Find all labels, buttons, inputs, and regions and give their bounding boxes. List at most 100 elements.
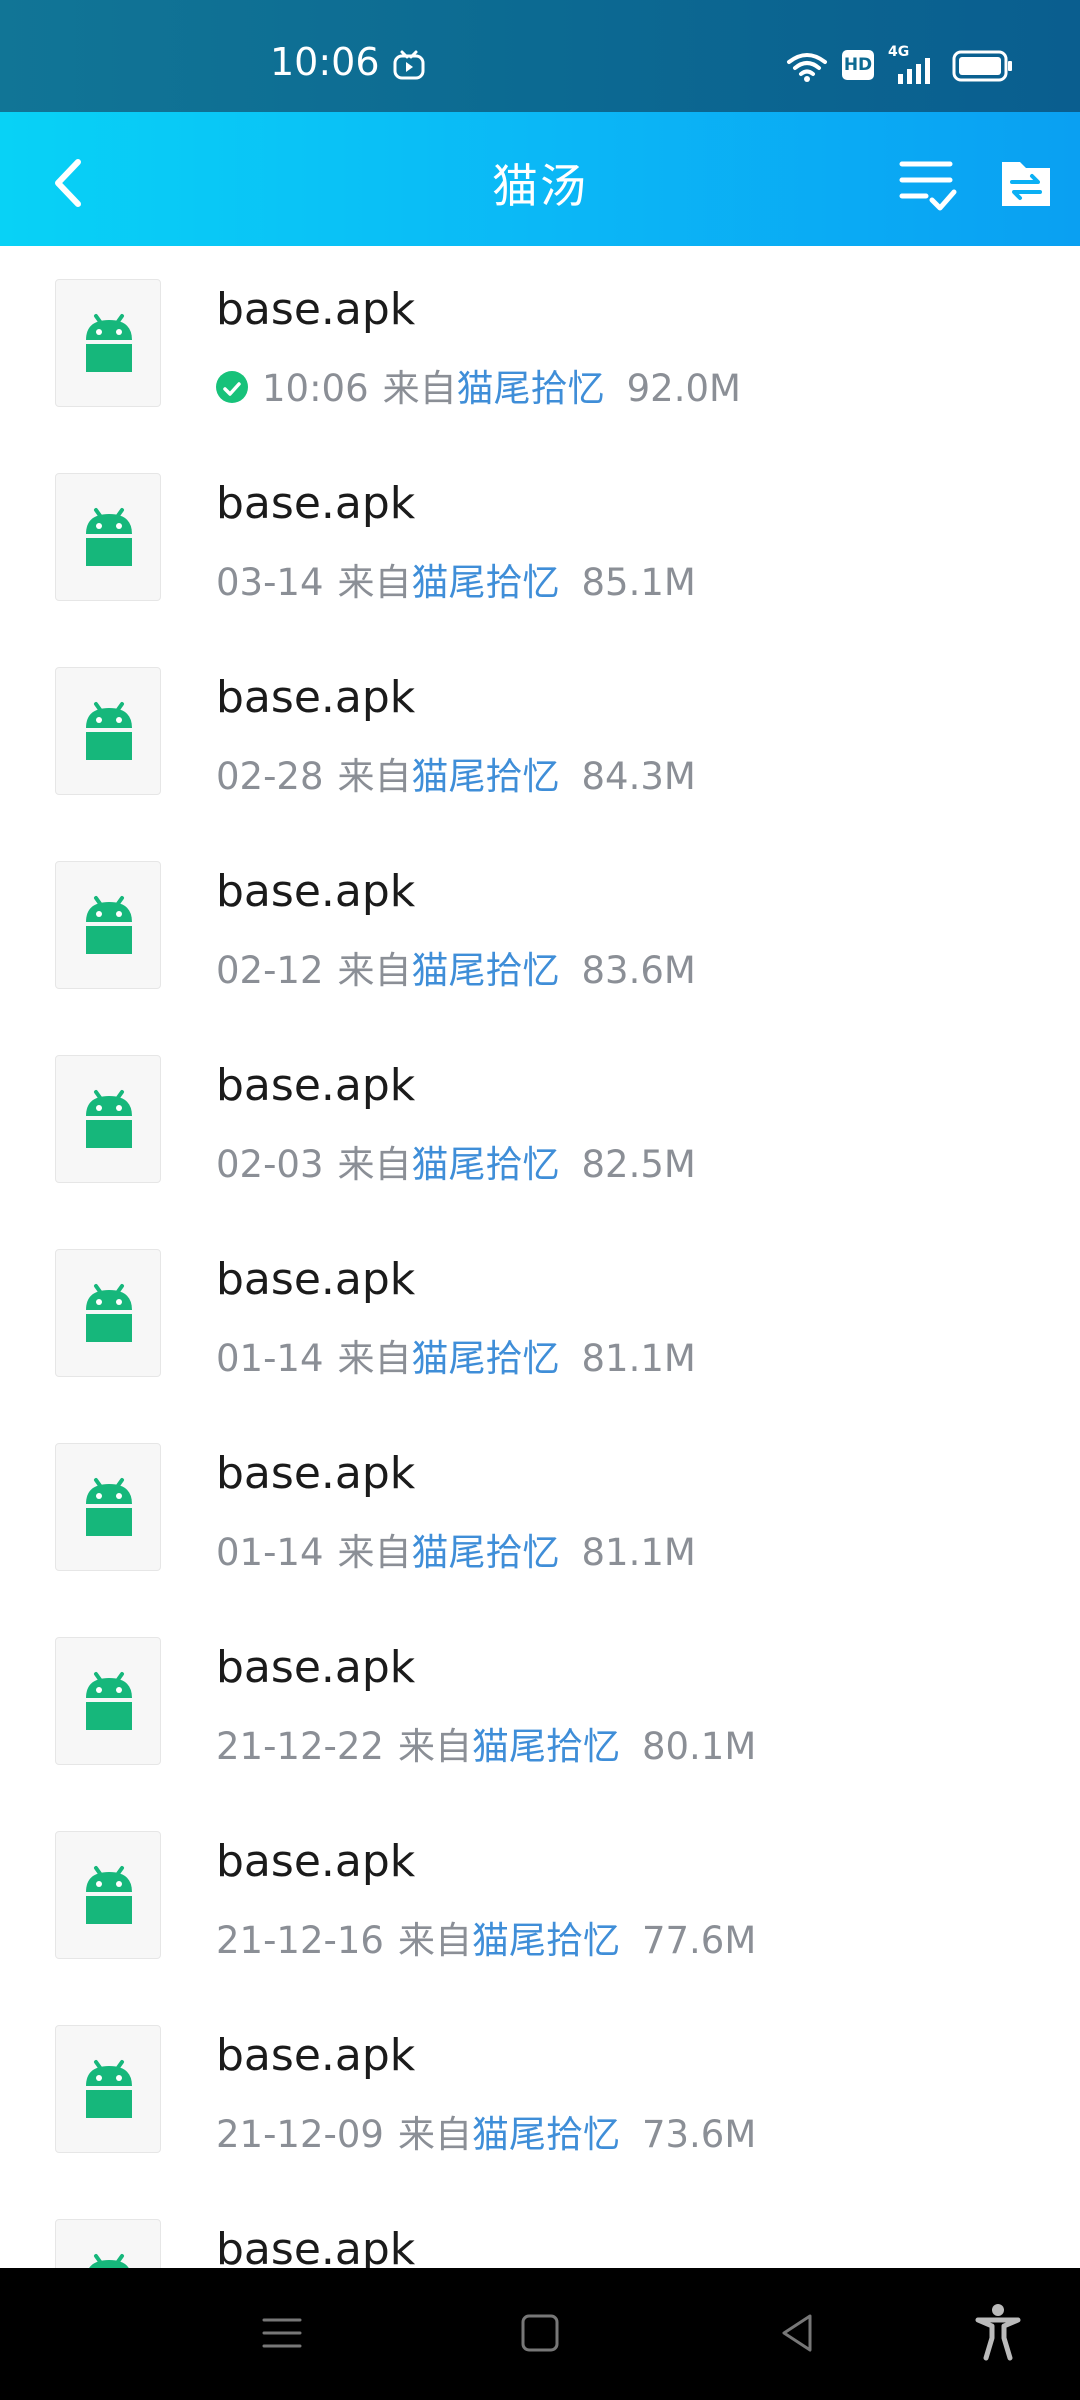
top-toolbar: 猫汤	[0, 112, 1080, 246]
check-circle-icon	[216, 370, 248, 403]
back-triangle-icon[interactable]	[776, 2308, 820, 2358]
from-label: 来自	[397, 2113, 472, 2156]
sender-link[interactable]: 猫尾拾忆	[412, 1531, 560, 1574]
sender-link[interactable]: 猫尾拾忆	[412, 1337, 560, 1380]
file-size: 80.1M	[641, 1725, 757, 1768]
file-size: 82.5M	[581, 1143, 696, 1186]
file-size: 92.0M	[626, 367, 741, 410]
android-icon	[86, 702, 132, 760]
file-name: base.apk	[216, 2030, 416, 2081]
hd-icon: HD	[842, 50, 874, 80]
list-item[interactable]: base.apk 21-12-09 来自猫尾拾忆 73.6M	[0, 1992, 1080, 2186]
apk-thumbnail	[55, 1637, 161, 1765]
android-icon	[86, 1284, 132, 1342]
list-item[interactable]: base.apk 03-14 来自猫尾拾忆 85.1M	[0, 440, 1080, 634]
list-item[interactable]: base.apk 02-28 来自猫尾拾忆 84.3M	[0, 634, 1080, 828]
from-label: 来自	[337, 1531, 412, 1574]
file-size: 83.6M	[581, 949, 696, 992]
file-meta: 21-12-09 来自猫尾拾忆 73.6M	[216, 2104, 770, 2158]
from-label: 来自	[337, 1143, 412, 1186]
file-date: 21-12-09	[216, 2113, 384, 2156]
file-meta: 03-14 来自猫尾拾忆 85.1M	[216, 552, 710, 606]
signal-4g-icon: 4G	[888, 44, 938, 84]
sender-link[interactable]: 猫尾拾忆	[472, 1919, 620, 1962]
list-item[interactable]: base.apk 21-12-22 来自猫尾拾忆 80.1M	[0, 1604, 1080, 1798]
file-name: base.apk	[216, 672, 416, 723]
home-icon[interactable]	[518, 2308, 562, 2358]
sender-link[interactable]: 猫尾拾忆	[412, 949, 560, 992]
file-meta: 21-12-16 来自猫尾拾忆 77.6M	[216, 1910, 770, 1964]
apk-thumbnail	[55, 1443, 161, 1571]
file-size: 73.6M	[641, 2113, 757, 2156]
video-app-icon	[393, 50, 425, 80]
file-date: 01-14	[216, 1337, 324, 1380]
sender-link[interactable]: 猫尾拾忆	[457, 367, 605, 410]
file-meta: 02-03 来自猫尾拾忆 82.5M	[216, 1134, 710, 1188]
sender-link[interactable]: 猫尾拾忆	[472, 2113, 620, 2156]
apk-thumbnail	[55, 667, 161, 795]
file-date: 02-03	[216, 1143, 324, 1186]
file-name: base.apk	[216, 478, 416, 529]
apk-thumbnail	[55, 1831, 161, 1959]
apk-thumbnail	[55, 279, 161, 407]
file-meta: 10:06 来自猫尾拾忆 92.0M	[216, 358, 755, 412]
accessibility-icon[interactable]	[974, 2302, 1022, 2362]
android-icon	[86, 314, 132, 372]
file-name: base.apk	[216, 1254, 416, 1305]
file-name: base.apk	[216, 1836, 416, 1887]
android-icon	[86, 896, 132, 954]
list-item[interactable]: base.apk 02-12 来自猫尾拾忆 83.6M	[0, 828, 1080, 1022]
file-meta: 02-28 来自猫尾拾忆 84.3M	[216, 746, 710, 800]
from-label: 来自	[397, 1725, 472, 1768]
file-name: base.apk	[216, 866, 416, 917]
from-label: 来自	[382, 367, 457, 410]
list-item[interactable]: base.apk 02-03 来自猫尾拾忆 82.5M	[0, 1022, 1080, 1216]
folder-transfer-icon[interactable]	[990, 148, 1062, 220]
from-label: 来自	[337, 561, 412, 604]
file-name: base.apk	[216, 284, 416, 335]
file-date: 10:06	[262, 367, 369, 410]
apk-thumbnail	[55, 1249, 161, 1377]
file-meta: 21-12-22 来自猫尾拾忆 80.1M	[216, 1716, 770, 1770]
battery-icon	[952, 50, 1012, 82]
file-date: 21-12-22	[216, 1725, 384, 1768]
file-name: base.apk	[216, 1642, 416, 1693]
from-label: 来自	[337, 949, 412, 992]
from-label: 来自	[337, 1337, 412, 1380]
sender-link[interactable]: 猫尾拾忆	[412, 755, 560, 798]
wifi-icon	[787, 53, 827, 82]
apk-thumbnail	[55, 1055, 161, 1183]
file-size: 81.1M	[581, 1531, 696, 1574]
from-label: 来自	[337, 755, 412, 798]
android-icon	[86, 508, 132, 566]
file-size: 84.3M	[581, 755, 696, 798]
android-icon	[86, 1672, 132, 1730]
sender-link[interactable]: 猫尾拾忆	[412, 561, 560, 604]
status-bar: 10:06 HD 4G	[0, 0, 1080, 112]
file-size: 81.1M	[581, 1337, 696, 1380]
list-item[interactable]: base.apk 01-14 来自猫尾拾忆 81.1M	[0, 1216, 1080, 1410]
list-item[interactable]: base.apk 10:06 来自猫尾拾忆 92.0M	[0, 246, 1080, 440]
apk-thumbnail	[55, 473, 161, 601]
file-size: 85.1M	[581, 561, 696, 604]
file-date: 03-14	[216, 561, 324, 604]
android-icon	[86, 1090, 132, 1148]
menu-icon[interactable]	[262, 2308, 302, 2358]
sender-link[interactable]: 猫尾拾忆	[412, 1143, 560, 1186]
apk-thumbnail	[55, 2025, 161, 2153]
android-icon	[86, 1478, 132, 1536]
file-date: 21-12-16	[216, 1919, 384, 1962]
system-nav-bar	[0, 2268, 1080, 2400]
file-meta: 02-12 来自猫尾拾忆 83.6M	[216, 940, 710, 994]
checklist-icon[interactable]	[892, 148, 964, 220]
android-icon	[86, 2060, 132, 2118]
file-name: base.apk	[216, 1060, 416, 1111]
list-item[interactable]: base.apk 21-12-16 来自猫尾拾忆 77.6M	[0, 1798, 1080, 1992]
from-label: 来自	[397, 1919, 472, 1962]
file-date: 01-14	[216, 1531, 324, 1574]
status-time: 10:06	[270, 40, 380, 84]
list-item[interactable]: base.apk 01-14 来自猫尾拾忆 81.1M	[0, 1410, 1080, 1604]
sender-link[interactable]: 猫尾拾忆	[472, 1725, 620, 1768]
file-meta: 01-14 来自猫尾拾忆 81.1M	[216, 1522, 710, 1576]
file-date: 02-12	[216, 949, 324, 992]
